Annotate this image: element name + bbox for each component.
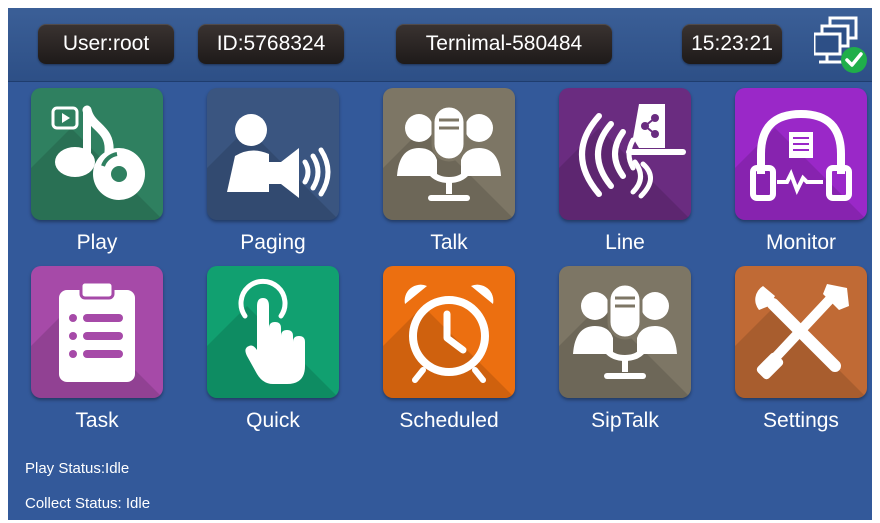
- user-badge: User:root: [38, 24, 174, 64]
- alarm-clock-icon: [404, 284, 494, 383]
- app-monitor[interactable]: Monitor: [734, 88, 868, 256]
- clipboard-list-icon: [59, 280, 135, 382]
- app-label-line: Line: [605, 231, 645, 254]
- collect-status: Collect Status: Idle: [25, 495, 151, 512]
- app-label-scheduled: Scheduled: [399, 409, 499, 432]
- headphone-monitor-icon: [750, 109, 852, 201]
- talk-tile-background: [383, 88, 515, 220]
- app-scheduled[interactable]: Scheduled: [382, 266, 516, 434]
- terminal-screen: User:root ID:5768324 Ternimal-580484 15:…: [8, 8, 872, 520]
- network-connected-icon[interactable]: [814, 14, 870, 74]
- terminal-badge: Ternimal-580484: [396, 24, 612, 64]
- play-status: Play Status:Idle: [25, 460, 130, 477]
- app-label-settings: Settings: [763, 409, 839, 432]
- app-play[interactable]: Play: [30, 88, 164, 256]
- monitor-tile-background: [735, 88, 867, 220]
- paging-tile-background: [207, 88, 339, 220]
- clock-badge: 15:23:21: [682, 24, 782, 64]
- microphone-people-icon: [397, 104, 501, 201]
- app-label-paging: Paging: [240, 231, 306, 254]
- app-paging[interactable]: Paging: [206, 88, 340, 256]
- app-label-quick: Quick: [246, 409, 300, 432]
- app-label-talk: Talk: [430, 231, 468, 254]
- app-quick[interactable]: Quick: [206, 266, 340, 434]
- line-broadcast-icon: [579, 104, 686, 199]
- app-label-play: Play: [76, 231, 118, 254]
- task-tile-background: [31, 266, 163, 398]
- app-settings[interactable]: Settings: [734, 266, 868, 434]
- app-label-siptalk: SipTalk: [591, 409, 659, 432]
- person-speaker-icon: [227, 114, 331, 198]
- scheduled-tile-background: [383, 266, 515, 398]
- app-line[interactable]: Line: [558, 88, 692, 256]
- app-task[interactable]: Task: [30, 266, 164, 434]
- app-talk[interactable]: Talk: [382, 88, 516, 256]
- app-label-task: Task: [75, 409, 119, 432]
- line-tile-background: [559, 88, 691, 220]
- microphone-people-icon: [573, 282, 677, 379]
- play-tile-background: [31, 88, 163, 220]
- settings-tile-background: [735, 266, 867, 398]
- touch-hand-icon: [238, 278, 305, 384]
- top-bar: User:root ID:5768324 Ternimal-580484 15:…: [8, 8, 872, 82]
- siptalk-tile-background: [559, 266, 691, 398]
- quick-tile-background: [207, 266, 339, 398]
- id-badge: ID:5768324: [198, 24, 344, 64]
- app-siptalk[interactable]: SipTalk: [558, 266, 692, 434]
- music-disc-icon: [51, 105, 145, 200]
- app-label-monitor: Monitor: [765, 231, 837, 254]
- tools-icon: [755, 284, 849, 380]
